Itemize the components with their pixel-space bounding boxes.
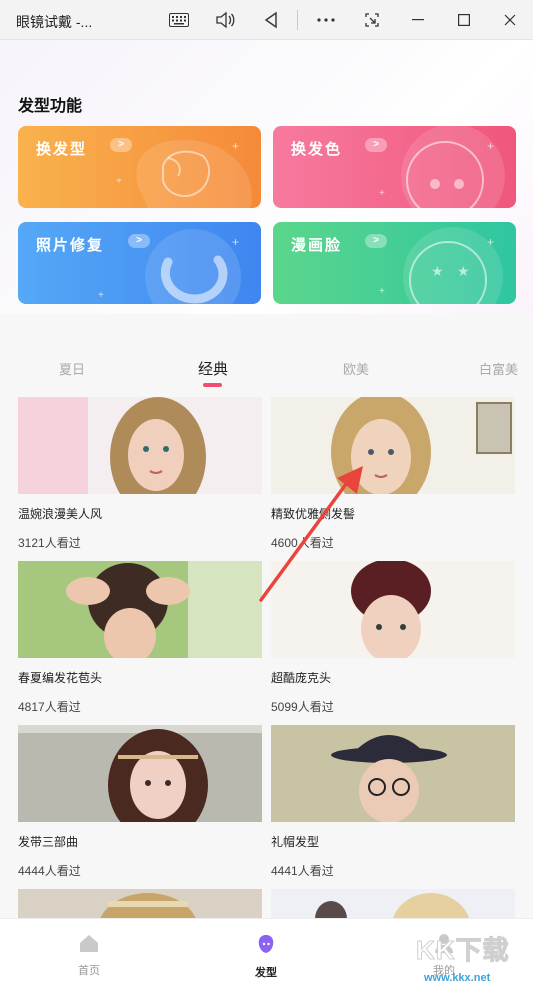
hairstyle-name: 礼帽发型 (271, 835, 320, 849)
view-count: 4444人看过 (18, 864, 81, 878)
close-icon[interactable] (495, 6, 525, 34)
cartoon-face-card[interactable]: ★ ★ + + 漫画脸 > (273, 222, 516, 304)
watermark-url: www.kkx.net (424, 972, 491, 984)
chevron-right-icon: > (365, 234, 387, 248)
tab-western[interactable]: 欧美 (343, 359, 369, 378)
feature-label: 换发型 (36, 141, 88, 158)
hairstyle-name: 超酷庞克头 (271, 671, 332, 685)
hairstyle-thumbnail (271, 889, 515, 918)
view-count: 4817人看过 (18, 700, 81, 714)
hairstyle-name: 发带三部曲 (18, 835, 79, 849)
change-hair-color-card[interactable]: + + 换发色 > (273, 126, 516, 208)
svg-text:+: + (487, 235, 494, 249)
hairstyle-card[interactable]: 温婉浪漫美人风 3121人看过 (18, 397, 262, 551)
maximize-icon[interactable] (449, 6, 479, 34)
minimize-icon[interactable] (403, 6, 433, 34)
volume-icon[interactable] (210, 6, 240, 34)
window-titlebar: 眼镜试戴 -... (0, 0, 533, 40)
svg-text:+: + (379, 188, 385, 199)
hairstyle-thumbnail (18, 561, 262, 658)
hairstyle-card[interactable]: 礼帽发型 4441人看过 (271, 725, 515, 879)
window-title: 眼镜试戴 -... (16, 14, 93, 30)
screenshot-icon[interactable] (357, 6, 387, 34)
view-count: 4441人看过 (271, 864, 334, 878)
feature-label: 漫画脸 (291, 237, 343, 254)
svg-text:+: + (232, 235, 239, 249)
watermark-text: KK下载 (416, 935, 510, 966)
view-count: 5099人看过 (271, 700, 334, 714)
hairstyle-name: 春夏编发花苞头 (18, 671, 103, 685)
active-tab-indicator (203, 383, 222, 387)
hairstyle-card[interactable] (18, 889, 262, 918)
hairstyle-icon (258, 935, 274, 953)
hairstyle-thumbnail (18, 725, 262, 822)
hairstyle-thumbnail (271, 725, 515, 822)
hairstyle-card[interactable]: 发带三部曲 4444人看过 (18, 725, 262, 879)
more-icon[interactable] (311, 6, 341, 34)
svg-text:+: + (379, 286, 385, 297)
hairstyle-card[interactable]: 春夏编发花苞头 4817人看过 (18, 561, 262, 715)
nav-label: 发型 (255, 967, 277, 979)
red-arrow-annotation-icon (259, 466, 363, 602)
nav-hairstyle[interactable]: 发型 (236, 933, 296, 980)
hairstyle-thumbnail (18, 889, 262, 918)
hairstyle-thumbnail (18, 397, 262, 494)
titlebar-divider (297, 10, 298, 30)
view-count: 3121人看过 (18, 536, 81, 550)
hairstyle-name: 温婉浪漫美人风 (18, 507, 103, 521)
back-icon[interactable] (256, 6, 286, 34)
feature-label: 照片修复 (36, 237, 105, 254)
chevron-right-icon: > (365, 138, 387, 152)
hairstyle-card[interactable] (271, 889, 515, 918)
svg-text:+: + (232, 139, 239, 153)
svg-text:+: + (487, 139, 494, 153)
keyboard-icon[interactable] (164, 6, 194, 34)
svg-text:★: ★ (457, 263, 470, 279)
chevron-right-icon: > (128, 234, 150, 248)
svg-text:+: + (98, 290, 104, 301)
kkx-watermark: KK下载 www.kkx.net (416, 930, 510, 985)
svg-text:★: ★ (431, 263, 444, 279)
feature-label: 换发色 (291, 141, 343, 158)
tab-elegant[interactable]: 白富美 (479, 359, 518, 378)
tab-classic[interactable]: 经典 (198, 358, 228, 379)
change-hairstyle-card[interactable]: + + 换发型 > (18, 126, 261, 208)
section-title: 发型功能 (18, 98, 83, 115)
chevron-right-icon: > (110, 138, 132, 152)
tab-summer[interactable]: 夏日 (59, 359, 85, 378)
category-tabs: 夏日 经典 欧美 白富美 (0, 350, 533, 390)
nav-home[interactable]: 首页 (59, 933, 119, 978)
home-icon (80, 935, 98, 952)
svg-text:+: + (116, 176, 122, 187)
nav-label: 首页 (78, 965, 100, 977)
photo-restore-card[interactable]: + + 照片修复 > (18, 222, 261, 304)
